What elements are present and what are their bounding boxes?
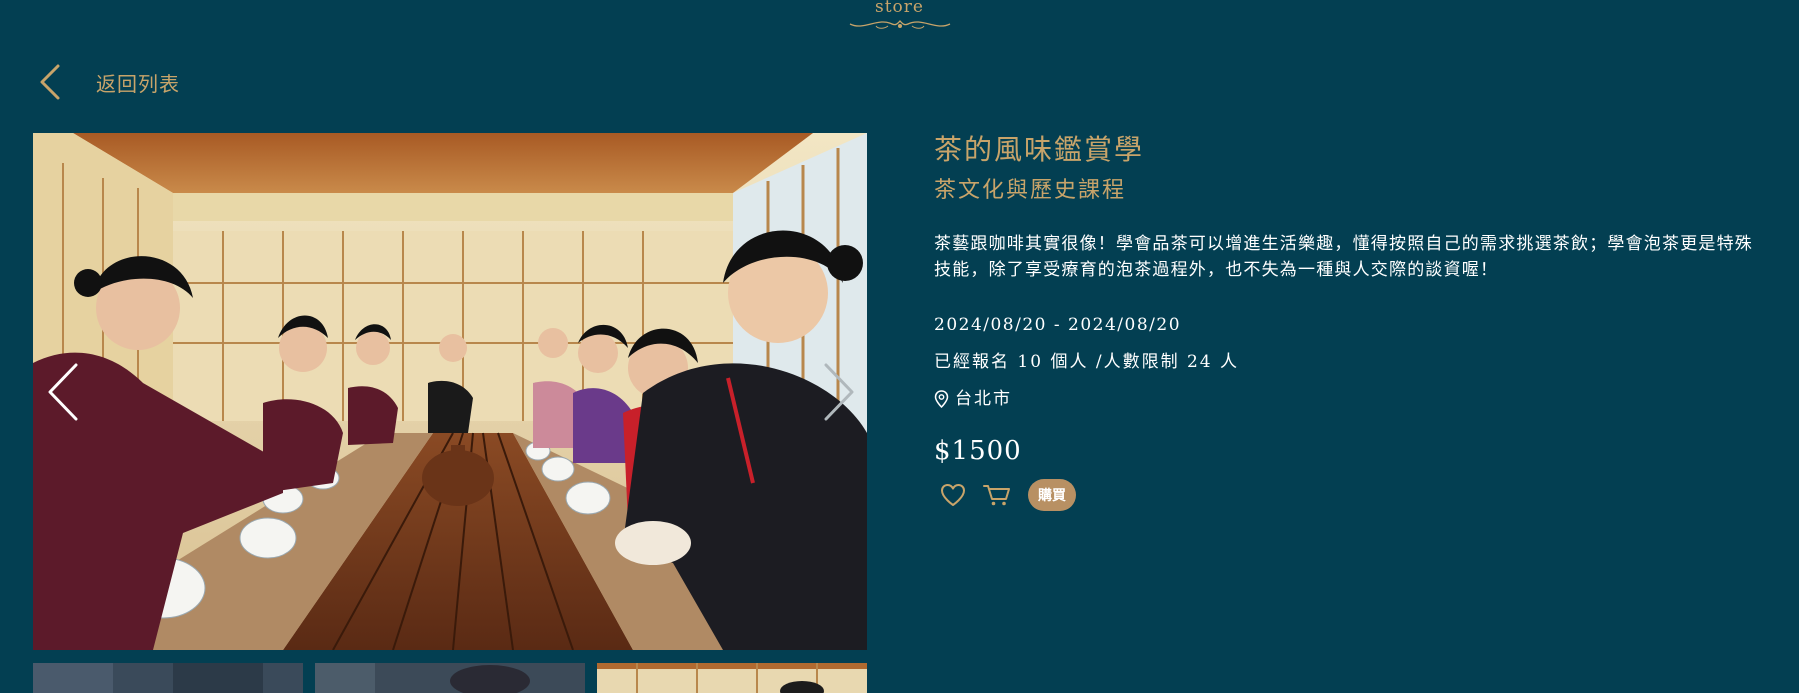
action-bar: 購買 (934, 478, 1764, 512)
carousel-next-arrow[interactable] (818, 361, 858, 423)
logo-flourish-icon (849, 20, 951, 29)
map-pin-icon (934, 390, 949, 408)
enrollment-status: 已經報名 10 個人 /人數限制 24 人 (934, 352, 1240, 372)
buy-button[interactable]: 購買 (1028, 479, 1076, 511)
chevron-left-icon (40, 64, 60, 100)
course-title: 茶的風味鑑賞學 (934, 133, 1145, 166)
add-to-cart-button[interactable] (980, 478, 1014, 512)
carousel-prev-arrow[interactable] (44, 361, 84, 423)
heart-icon (941, 484, 965, 506)
favorite-button[interactable] (936, 478, 970, 512)
store-logo[interactable]: store (0, 0, 1799, 34)
course-date-range: 2024/08/20 - 2024/08/20 (934, 315, 1182, 335)
course-location: 台北市 (934, 386, 1764, 412)
shopping-cart-icon (983, 485, 1010, 506)
back-to-list-link[interactable]: 返回列表 (34, 60, 180, 104)
main-course-image (33, 133, 867, 650)
course-description: 茶藝跟咖啡其實很像！學會品茶可以增進生活樂趣，懂得按照自己的需求挑選茶飲；學會泡… (934, 234, 1753, 280)
image-carousel (33, 133, 867, 650)
thumbnail-3[interactable] (597, 663, 867, 693)
course-category: 茶文化與歷史課程 (934, 178, 1127, 203)
course-details: 茶的風味鑑賞學 茶文化與歷史課程 茶藝跟咖啡其實很像！學會品茶可以增進生活樂趣，… (934, 130, 1764, 512)
course-price: $1500 (934, 436, 1022, 466)
back-label: 返回列表 (96, 71, 180, 96)
thumbnail-2[interactable] (315, 663, 585, 693)
location-text: 台北市 (955, 389, 1012, 409)
thumbnail-strip (33, 663, 867, 693)
thumbnail-1[interactable] (33, 663, 303, 693)
